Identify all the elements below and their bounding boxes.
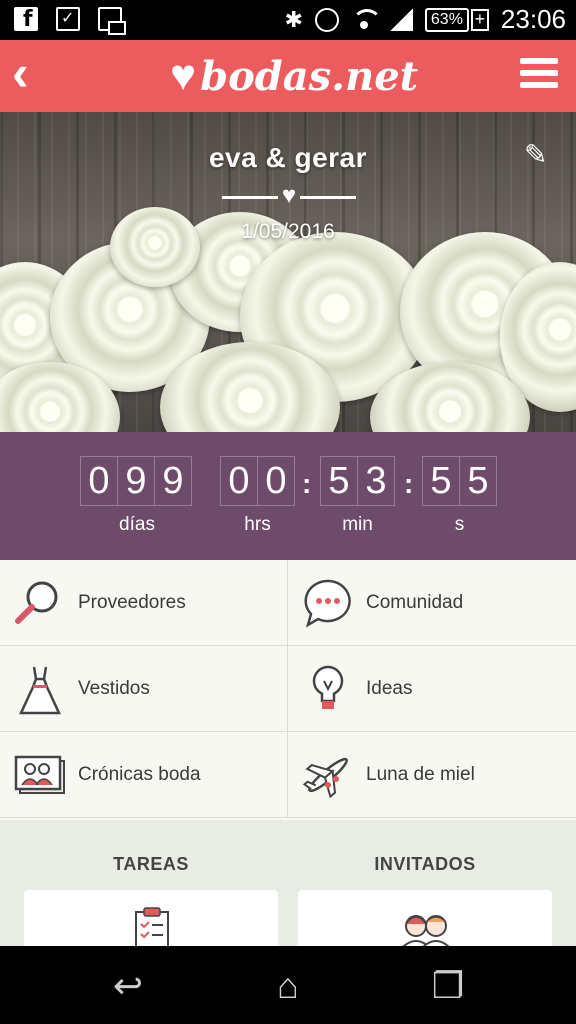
tasks-heading: TAREAS	[113, 854, 189, 874]
bodas-logo[interactable]: ♥ bodas.net	[170, 48, 418, 104]
airplane-icon	[300, 747, 356, 803]
home-nav-icon[interactable]: ⌂	[266, 966, 310, 1006]
menu-item-cronicas-boda[interactable]: Crónicas boda	[0, 732, 288, 818]
logo-text: bodas.net	[200, 52, 419, 100]
bluetooth-icon: ✱	[284, 6, 303, 32]
hours-digit: 0	[220, 456, 258, 506]
days-label: días	[119, 514, 155, 535]
seconds-label: s	[454, 514, 465, 535]
menu-item-label: Luna de miel	[366, 763, 475, 785]
minutes-digit: 5	[320, 456, 358, 506]
back-button[interactable]: ‹	[12, 48, 52, 100]
days-digit: 9	[154, 456, 192, 506]
status-clock: 23:06	[500, 4, 566, 34]
countdown-seconds: 5 5	[422, 456, 497, 506]
alarm-icon	[314, 7, 339, 32]
menu-item-label: Vestidos	[78, 677, 150, 699]
minutes-label: min	[342, 514, 373, 535]
hamburger-menu-button[interactable]	[520, 58, 558, 92]
hero-banner: eva & gerar ✎ ♥ 1/05/2016	[0, 112, 576, 432]
tasks-card[interactable]	[24, 890, 278, 950]
days-digit: 0	[80, 456, 118, 506]
menu-item-luna-de-miel[interactable]: Luna de miel	[288, 732, 576, 818]
menu-item-label: Proveedores	[78, 591, 186, 613]
seconds-digit: 5	[459, 456, 497, 506]
feature-grid: Proveedores Comunidad Vestidos Ideas Cró…	[0, 560, 576, 820]
menu-item-comunidad[interactable]: Comunidad	[288, 560, 576, 646]
menu-item-label: Ideas	[366, 677, 413, 699]
heart-icon: ♥	[281, 182, 297, 209]
edit-pencil-icon[interactable]: ✎	[524, 140, 554, 170]
couple-names: eva & gerar	[208, 142, 368, 173]
colon-separator: :	[404, 468, 414, 499]
app-bar: ‹ ♥ bodas.net	[0, 40, 576, 112]
recent-apps-icon[interactable]: ❐	[426, 966, 470, 1006]
back-nav-icon[interactable]: ↩	[106, 966, 150, 1006]
signal-icon	[388, 8, 413, 31]
status-bar: ✱ 63% + 23:06	[0, 0, 576, 40]
countdown-timer: 0 9 9 días 0 0 hrs : 5 3 min : 5 5 s	[0, 432, 576, 560]
hours-digit: 0	[257, 456, 295, 506]
guests-people-icon	[399, 915, 453, 950]
wedding-date: 1/05/2016	[241, 220, 335, 243]
minutes-digit: 3	[357, 456, 395, 506]
guests-heading: INVITADOS	[374, 854, 476, 874]
menu-item-vestidos[interactable]: Vestidos	[0, 646, 288, 732]
photos-icon	[12, 747, 68, 803]
countdown-minutes: 5 3	[320, 456, 395, 506]
seconds-digit: 5	[422, 456, 460, 506]
countdown-days: 0 9 9	[80, 456, 192, 506]
clipboard-icon	[135, 907, 169, 949]
colon-separator: :	[302, 468, 312, 499]
chat-bubble-icon	[300, 575, 356, 631]
menu-item-proveedores[interactable]: Proveedores	[0, 560, 288, 646]
facebook-icon	[14, 7, 38, 32]
hours-label: hrs	[244, 514, 271, 535]
days-digit: 9	[117, 456, 155, 506]
magnifier-icon	[12, 575, 68, 631]
guests-card[interactable]	[298, 890, 552, 950]
menu-item-label: Crónicas boda	[78, 763, 201, 785]
battery-indicator: 63%	[424, 7, 469, 32]
wifi-icon	[351, 8, 382, 31]
countdown-hours: 0 0	[220, 456, 295, 506]
summary-section: TAREAS INVITADOS	[0, 820, 576, 950]
screenshot-icon	[98, 7, 126, 35]
heart-logo-icon: ♥	[170, 51, 197, 100]
menu-item-ideas[interactable]: Ideas	[288, 646, 576, 732]
dress-icon	[12, 661, 68, 717]
charging-icon: +	[470, 8, 489, 31]
heart-divider: ♥	[222, 182, 356, 209]
menu-item-label: Comunidad	[366, 591, 464, 613]
checkbox-notification-icon	[56, 7, 80, 31]
lightbulb-icon	[300, 661, 356, 717]
system-nav-bar: ↩ ⌂ ❐	[0, 946, 576, 1024]
